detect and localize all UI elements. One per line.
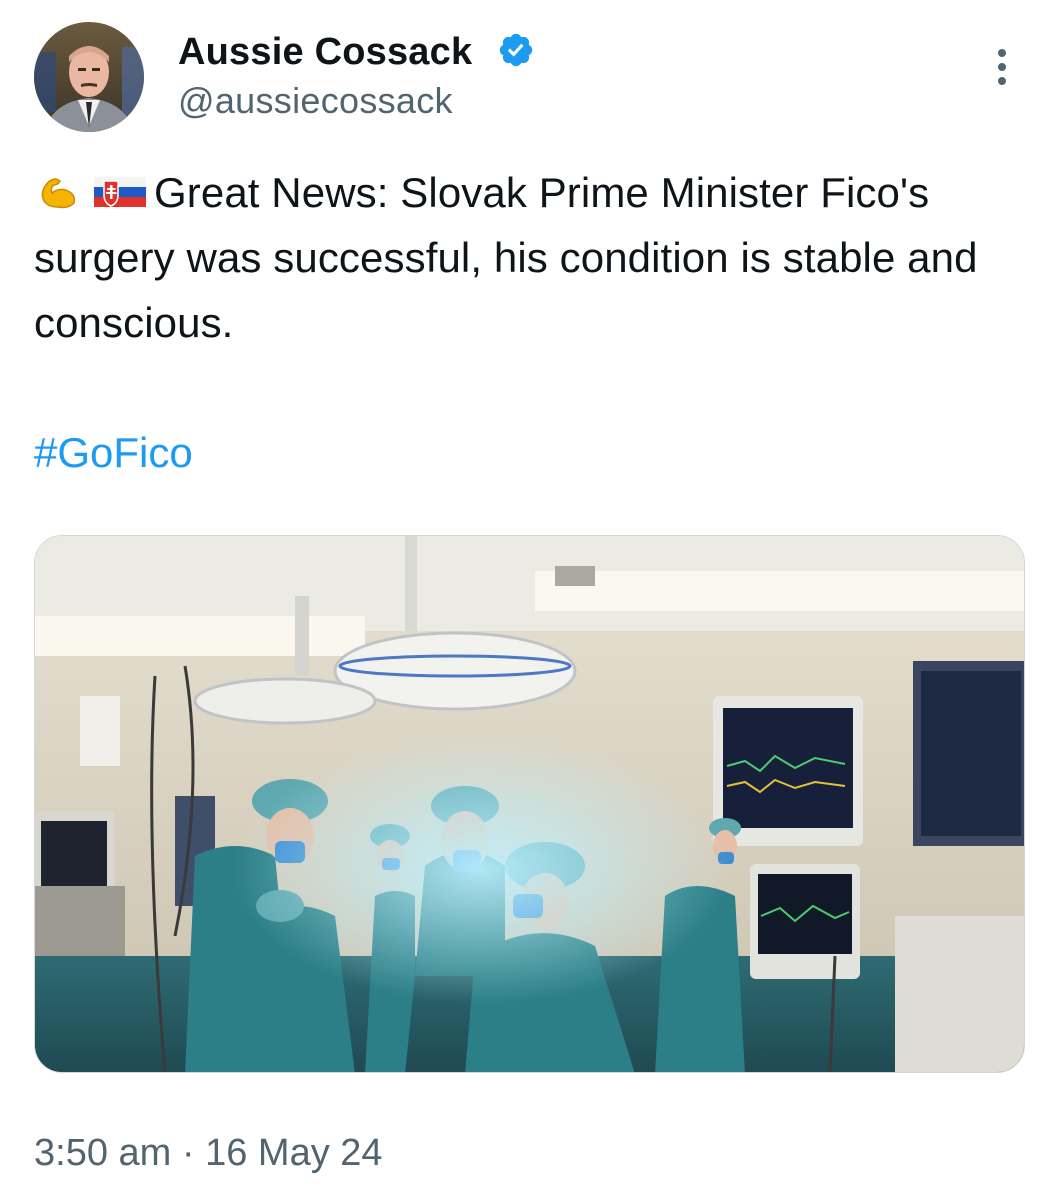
avatar[interactable] (34, 22, 144, 132)
author-handle[interactable]: @aussiecossack (178, 80, 453, 122)
profile-photo-icon (34, 22, 144, 132)
flexed-biceps-emoji-icon (41, 178, 76, 209)
tweet-media-image[interactable] (34, 535, 1025, 1073)
tweet-timestamp[interactable]: 3:50 am · 16 May 24 (34, 1128, 383, 1178)
timestamp-separator: · (181, 1132, 195, 1174)
slovakia-flag-emoji-icon (94, 177, 146, 207)
timestamp-date: 16 May 24 (205, 1132, 383, 1174)
tweet-body-text: Great News: Slovak Prime Minister Fico's… (34, 169, 978, 346)
tweet-text: Great News: Slovak Prime Minister Fico's… (34, 160, 1024, 355)
verified-badge-icon (499, 33, 533, 67)
hashtag-link[interactable]: #GoFico (34, 425, 193, 481)
more-options-icon[interactable] (984, 44, 1020, 90)
timestamp-time: 3:50 am (34, 1132, 172, 1174)
operating-room-photo-icon (35, 536, 1024, 1072)
author-display-name[interactable]: Aussie Cossack (178, 30, 472, 74)
